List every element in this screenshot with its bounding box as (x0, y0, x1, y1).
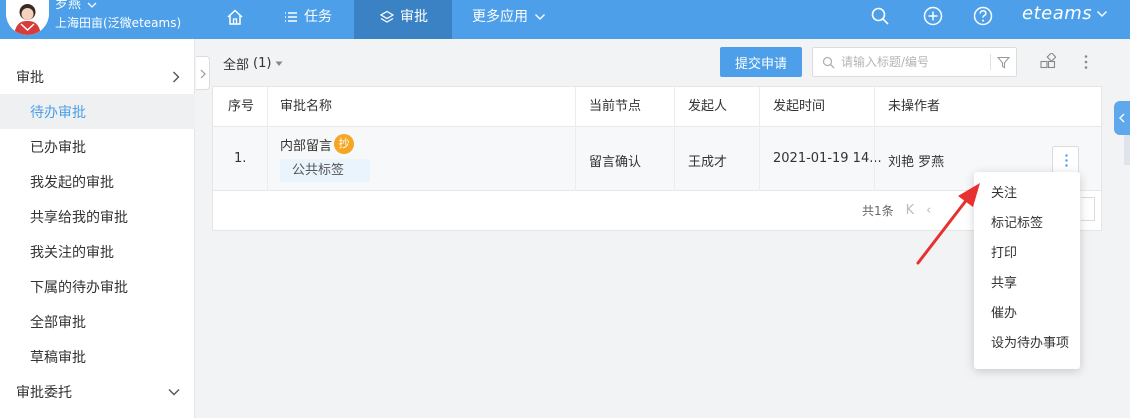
row-action-menu: 关注 标记标签 打印 共享 催办 设为待办事项 (974, 172, 1080, 369)
initiator: 王成才 (688, 155, 728, 170)
search-icon (822, 56, 835, 69)
page-size-select[interactable] (1081, 197, 1095, 221)
user-name[interactable]: 罗燕 (55, 0, 97, 13)
column-divider (759, 87, 760, 191)
caret-down-icon (275, 61, 283, 66)
cc-badge: 抄 (334, 134, 354, 154)
nav-more-apps[interactable]: 更多应用 (472, 0, 546, 39)
table-row[interactable]: 1. 内部留言 抄 公共标签 留言确认 王成才 2021-01-19 14...… (213, 127, 1101, 191)
column-header: 序号 (228, 99, 255, 114)
side-panel-toggle[interactable] (1114, 101, 1130, 135)
row-tag[interactable]: 公共标签 (280, 159, 370, 182)
sidebar-item-pending[interactable]: 待办审批 (0, 94, 195, 129)
brand-switcher[interactable]: eteams (1022, 3, 1108, 24)
sidebar-item-all[interactable]: 全部审批 (0, 304, 195, 339)
home-icon (227, 8, 243, 25)
search-icon[interactable] (869, 5, 891, 27)
sidebar-item-done[interactable]: 已办审批 (0, 129, 195, 164)
row-index: 1. (234, 151, 247, 166)
search-divider (990, 54, 991, 70)
menu-item-print[interactable]: 打印 (974, 239, 1080, 269)
column-divider (575, 87, 576, 191)
approval-name-link[interactable]: 内部留言 (280, 135, 332, 154)
column-header: 当前节点 (589, 99, 642, 114)
help-icon[interactable] (972, 5, 994, 27)
chevron-down-icon (168, 389, 180, 396)
first-page-icon[interactable]: K (906, 203, 915, 218)
layers-icon (380, 10, 394, 23)
more-vertical-icon[interactable] (1082, 54, 1090, 70)
chevron-down-icon (87, 2, 97, 8)
column-header: 未操作者 (888, 99, 941, 114)
sidebar: 审批 待办审批 已办审批 我发起的审批 共享给我的审批 我关注的审批 下属的待办… (0, 39, 195, 418)
chevron-right-icon (173, 71, 180, 83)
table-header: 序号 审批名称 当前节点 发起人 发起时间 未操作者 (213, 87, 1101, 127)
column-divider (674, 87, 675, 191)
sidebar-item-initiated[interactable]: 我发起的审批 (0, 164, 195, 199)
menu-item-urge[interactable]: 催办 (974, 299, 1080, 329)
sidebar-collapse-handle[interactable] (196, 56, 210, 90)
pagination: 共1条 K ‹ (862, 202, 931, 219)
chevron-down-icon (535, 13, 545, 20)
sidebar-item-draft[interactable]: 草稿审批 (0, 339, 195, 374)
column-header: 发起人 (688, 99, 728, 114)
menu-item-share[interactable]: 共享 (974, 269, 1080, 299)
menu-item-mark-tag[interactable]: 标记标签 (974, 209, 1080, 239)
layout-grid-icon[interactable] (1040, 53, 1056, 69)
total-count: 共1条 (862, 204, 894, 218)
pending-operators: 刘艳 罗燕 (888, 155, 945, 170)
top-nav-bar: 罗燕 上海田亩(泛微eteams) 任务 审批 更多应用 eteams (0, 0, 1130, 39)
row-more-button[interactable] (1052, 146, 1079, 173)
filter-icon[interactable] (997, 56, 1010, 69)
sidebar-item-shared[interactable]: 共享给我的审批 (0, 199, 195, 234)
submit-application-button[interactable]: 提交申请 (720, 47, 802, 77)
initiated-time: 2021-01-19 14... (773, 151, 882, 166)
chevron-left-icon (1119, 113, 1125, 123)
brand-logo: eteams (1022, 3, 1093, 24)
search-input[interactable] (841, 53, 981, 71)
nav-approval[interactable]: 审批 (354, 0, 452, 39)
more-vertical-icon (1065, 154, 1068, 167)
chevron-right-icon (200, 69, 206, 79)
user-avatar[interactable] (6, 0, 49, 35)
current-node: 留言确认 (589, 155, 642, 170)
menu-item-follow[interactable]: 关注 (974, 179, 1080, 209)
sidebar-section-delegate[interactable]: 审批委托 (0, 374, 195, 410)
column-header: 审批名称 (280, 99, 333, 114)
side-panel-strip (1124, 135, 1130, 165)
chevron-down-icon (1097, 10, 1108, 17)
filter-dropdown[interactable]: 全部 (1) (223, 54, 283, 73)
sidebar-item-subordinate[interactable]: 下属的待办审批 (0, 269, 195, 304)
approval-table: 序号 审批名称 当前节点 发起人 发起时间 未操作者 1. 内部留言 抄 公共标… (212, 86, 1102, 231)
search-box (812, 47, 1017, 77)
column-divider (267, 87, 268, 191)
sidebar-section-approval[interactable]: 审批 (0, 59, 195, 95)
prev-page-icon[interactable]: ‹ (926, 203, 931, 218)
column-header: 发起时间 (773, 99, 826, 114)
list-icon (285, 11, 297, 22)
menu-item-set-todo[interactable]: 设为待办事项 (974, 329, 1080, 359)
column-divider (874, 87, 875, 191)
avatar-image (6, 0, 49, 35)
sidebar-item-followed[interactable]: 我关注的审批 (0, 234, 195, 269)
add-circle-icon[interactable] (922, 5, 944, 27)
user-org: 上海田亩(泛微eteams) (55, 16, 182, 30)
nav-home[interactable] (226, 0, 250, 39)
nav-task[interactable]: 任务 (284, 0, 332, 39)
